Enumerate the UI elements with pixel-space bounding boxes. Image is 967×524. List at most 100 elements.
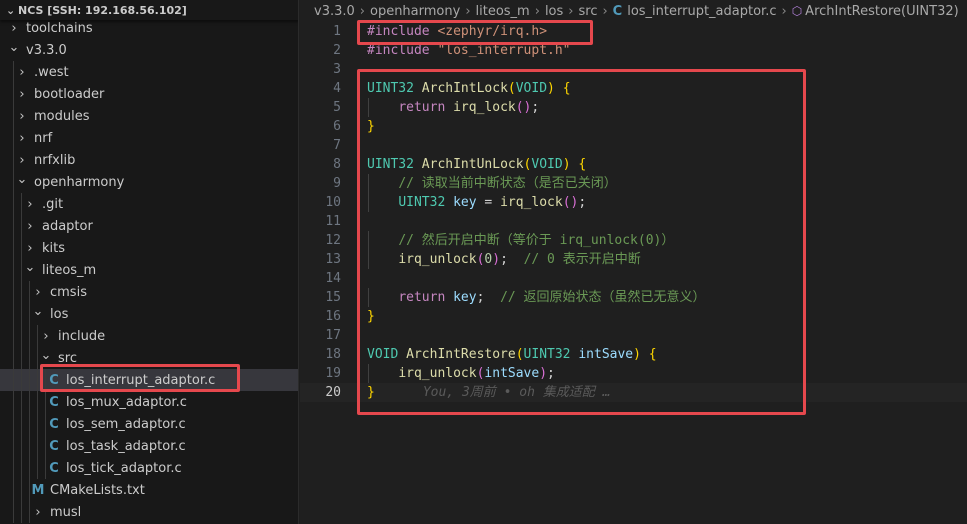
tree-item-los-task-adaptor-c[interactable]: Clos_task_adaptor.c xyxy=(0,435,298,457)
chevron-right-icon[interactable]: › xyxy=(6,21,22,36)
tree-item-adaptor[interactable]: › adaptor xyxy=(0,215,298,237)
breadcrumb: v3.3.0 › openharmony › liteos_m › los › src › Clos… xyxy=(300,0,967,22)
tree-item-liteos-m[interactable]: ⌄ liteos_m xyxy=(0,259,298,281)
code-token: ) xyxy=(562,157,571,172)
code-line[interactable]: 15 return key; // 返回原始状态（虽然已无意义） xyxy=(300,288,967,307)
tree-item-include[interactable]: › include xyxy=(0,325,298,347)
chevron-down-icon[interactable]: ⌄ xyxy=(30,304,46,319)
code-line[interactable]: 4 UINT32 ArchIntLock(VOID) { xyxy=(300,79,967,98)
indent-guide xyxy=(21,303,22,325)
indent-guide xyxy=(37,435,38,457)
code-line[interactable]: 18 VOID ArchIntRestore(UINT32 intSave) { xyxy=(300,345,967,364)
breadcrumb-file[interactable]: los_interrupt_adaptor.c xyxy=(627,4,776,19)
code-token: } xyxy=(367,119,375,134)
indent-guide xyxy=(13,149,14,171)
tree-item-cmakelists-txt[interactable]: M CMakeLists.txt xyxy=(0,479,298,501)
tree-item-los-interrupt-adaptor-c[interactable]: Clos_interrupt_adaptor.c xyxy=(0,369,298,391)
chevron-right-icon[interactable]: › xyxy=(30,505,46,520)
breadcrumb-segment[interactable]: openharmony xyxy=(370,4,460,19)
tree-item-cmsis[interactable]: › cmsis xyxy=(0,281,298,303)
tree-item-kits[interactable]: › kits xyxy=(0,237,298,259)
code-line[interactable]: 19 irq_unlock(intSave); xyxy=(300,364,967,383)
chevron-right-icon[interactable]: › xyxy=(22,197,38,212)
chevron-right-icon[interactable]: › xyxy=(22,219,38,234)
chevron-right-icon[interactable]: › xyxy=(38,329,54,344)
tree-item-label: bootloader xyxy=(34,86,105,102)
breadcrumb-segment[interactable]: los xyxy=(545,4,563,19)
tree-item-git[interactable]: › .git xyxy=(0,193,298,215)
chevron-right-icon[interactable]: › xyxy=(14,153,30,168)
code-token: intSave xyxy=(484,366,540,381)
tree-item-toolchains[interactable]: › toolchains xyxy=(0,17,298,39)
code-token: { xyxy=(648,347,657,362)
code-area[interactable]: 1 #include <zephyr/irq.h> 2 #include "los_i… xyxy=(300,22,967,402)
code-token: // 读取当前中断状态（是否已关闭） xyxy=(398,176,617,191)
tree-item-modules[interactable]: › modules xyxy=(0,105,298,127)
code-line[interactable]: 11 xyxy=(300,212,967,231)
code-line[interactable]: 5 return irq_lock(); xyxy=(300,98,967,117)
code-line[interactable]: 12 // 然后开启中断（等价于 irq_unlock(0)） xyxy=(300,231,967,250)
code-line[interactable]: 17 xyxy=(300,326,967,345)
chevron-down-icon[interactable]: ⌄ xyxy=(6,40,22,55)
code-line[interactable]: 10 UINT32 key = irq_lock(); xyxy=(300,193,967,212)
chevron-right-icon[interactable]: › xyxy=(14,65,30,80)
line-number: 2 xyxy=(333,43,341,58)
code-text: } xyxy=(367,117,375,136)
code-line[interactable]: 8 UINT32 ArchIntUnLock(VOID) { xyxy=(300,155,967,174)
tree-item-v3-3-0[interactable]: ⌄ v3.3.0 xyxy=(0,39,298,61)
tree-item-label: los_task_adaptor.c xyxy=(66,438,186,454)
tree-item-los[interactable]: ⌄ los xyxy=(0,303,298,325)
code-line[interactable]: 1 #include <zephyr/irq.h> xyxy=(300,22,967,41)
code-line[interactable]: 9 // 读取当前中断状态（是否已关闭） xyxy=(300,174,967,193)
indent-guide xyxy=(13,259,14,281)
code-line[interactable]: 2 #include "los_interrupt.h" xyxy=(300,41,967,60)
explorer-header[interactable]: ⌄ NCS [SSH: 192.168.56.102] xyxy=(0,0,298,20)
breadcrumb-symbol[interactable]: ArchIntRestore(UINT32) xyxy=(805,4,959,19)
tree-item-nrf[interactable]: › nrf xyxy=(0,127,298,149)
code-token: ( xyxy=(507,81,516,96)
chevron-right-icon: › xyxy=(568,3,574,19)
code-text: } xyxy=(367,307,375,326)
code-token: key xyxy=(453,290,477,305)
line-number: 19 xyxy=(325,366,341,381)
indent-guide xyxy=(37,369,38,391)
breadcrumb-segment[interactable]: liteos_m xyxy=(476,4,530,19)
breadcrumb-segment[interactable]: v3.3.0 xyxy=(314,4,355,19)
code-line[interactable]: 6} xyxy=(300,117,967,136)
chevron-right-icon[interactable]: › xyxy=(14,131,30,146)
tree-item-los-sem-adaptor-c[interactable]: Clos_sem_adaptor.c xyxy=(0,413,298,435)
code-line[interactable]: 14 xyxy=(300,269,967,288)
tree-item-west[interactable]: › .west xyxy=(0,61,298,83)
code-line[interactable]: 20} You, 3周前 • oh 集成适配 … xyxy=(300,383,967,402)
chevron-down-icon[interactable]: ⌄ xyxy=(14,172,30,187)
indent-guide xyxy=(21,391,22,413)
indent-guide xyxy=(21,479,22,501)
breadcrumb-segment[interactable]: src xyxy=(578,4,597,19)
code-line[interactable]: 3 xyxy=(300,60,967,79)
line-number: 13 xyxy=(325,252,341,267)
chevron-right-icon[interactable]: › xyxy=(14,109,30,124)
code-line[interactable]: 13 irq_unlock(0); // 0 表示开启中断 xyxy=(300,250,967,269)
chevron-right-icon: › xyxy=(602,3,608,19)
chevron-down-icon[interactable]: ⌄ xyxy=(38,348,54,363)
indent-guide xyxy=(13,457,14,479)
indent-guide xyxy=(37,413,38,435)
tree-item-src[interactable]: ⌄ src xyxy=(0,347,298,369)
chevron-down-icon[interactable]: ⌄ xyxy=(22,260,38,275)
indent-guide xyxy=(13,61,14,83)
chevron-right-icon[interactable]: › xyxy=(30,285,46,300)
tree-item-openharmony[interactable]: ⌄ openharmony xyxy=(0,171,298,193)
tree-item-los-tick-adaptor-c[interactable]: Clos_tick_adaptor.c xyxy=(0,457,298,479)
tree-item-los-mux-adaptor-c[interactable]: Clos_mux_adaptor.c xyxy=(0,391,298,413)
chevron-right-icon[interactable]: › xyxy=(22,241,38,256)
chevron-right-icon[interactable]: › xyxy=(14,87,30,102)
code-line[interactable]: 7 xyxy=(300,136,967,155)
tree-item-bootloader[interactable]: › bootloader xyxy=(0,83,298,105)
tree-item-nrfxlib[interactable]: › nrfxlib xyxy=(0,149,298,171)
symbol-method-icon: ⬡ xyxy=(791,4,803,18)
tree-item-musl[interactable]: › musl xyxy=(0,501,298,523)
code-line[interactable]: 16} xyxy=(300,307,967,326)
